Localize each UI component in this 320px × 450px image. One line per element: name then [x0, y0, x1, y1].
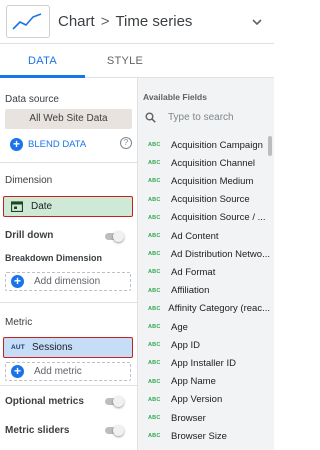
- chart-properties-panel: Chart > Time series DATA STYLE Data sour…: [0, 0, 274, 450]
- field-list-item[interactable]: ABC App ID: [148, 336, 270, 354]
- add-metric-label: Add metric: [34, 366, 82, 377]
- plus-icon: +: [10, 138, 23, 151]
- field-list-item[interactable]: ABC Browser Size: [148, 427, 270, 445]
- text-type-icon: ABC: [148, 378, 161, 385]
- tab-style[interactable]: STYLE: [85, 44, 165, 78]
- text-type-icon: ABC: [148, 233, 161, 239]
- breadcrumb-chart-type: Time series: [115, 13, 193, 30]
- dimension-heading: Dimension: [5, 175, 53, 186]
- text-type-icon: ABC: [148, 251, 161, 258]
- divider: [0, 385, 137, 386]
- field-search[interactable]: Type to search: [145, 112, 234, 123]
- text-type-icon: ABC: [148, 178, 161, 185]
- field-list-item[interactable]: ABC Acquisition Source: [148, 191, 270, 209]
- text-type-icon: ABC: [148, 160, 161, 167]
- field-list-item[interactable]: ABC App Installer ID: [148, 354, 270, 372]
- search-icon: [145, 112, 156, 123]
- field-list-item[interactable]: ABC Acquisition Source / ...: [148, 209, 270, 227]
- time-series-chart-icon[interactable]: [6, 5, 50, 38]
- text-type-icon: ABC: [148, 433, 161, 440]
- add-metric-button[interactable]: + Add metric: [5, 362, 131, 381]
- tab-bar: DATA STYLE: [0, 44, 274, 78]
- search-input[interactable]: Type to search: [168, 112, 234, 123]
- field-name: Browser: [171, 412, 206, 424]
- dimension-chip-date[interactable]: Date: [3, 196, 133, 217]
- field-list-item[interactable]: ABC App Name: [148, 373, 270, 391]
- field-list-item[interactable]: ABC Affiliation: [148, 282, 270, 300]
- text-type-icon: ABC: [148, 142, 161, 148]
- field-name: Acquisition Source / ...: [171, 212, 266, 224]
- field-list-item[interactable]: ABC App Version: [148, 391, 270, 409]
- data-config-column: Data source All Web Site Data + BLEND DA…: [0, 78, 138, 450]
- blend-data-button[interactable]: + BLEND DATA: [10, 138, 86, 151]
- dimension-chip-label: Date: [31, 201, 53, 212]
- plus-icon: +: [11, 365, 24, 378]
- available-fields-heading: Available Fields: [143, 92, 207, 102]
- field-name: Affinity Category (reac...: [168, 303, 270, 315]
- text-type-icon: ABC: [148, 415, 161, 421]
- breadcrumb: Chart > Time series: [58, 13, 192, 30]
- metric-chip-label: Sessions: [31, 342, 73, 353]
- field-name: Age: [171, 321, 188, 333]
- text-type-icon: ABC: [148, 342, 161, 349]
- field-list-item[interactable]: ABC Acquisition Channel: [148, 154, 270, 172]
- field-name: App Name: [171, 376, 216, 388]
- field-name: App Version: [171, 394, 223, 406]
- field-name: Ad Format: [171, 266, 216, 278]
- available-fields-panel: Available Fields Type to search ABC Acqui…: [138, 78, 274, 450]
- breadcrumb-chart: Chart: [58, 13, 95, 30]
- text-type-icon: ABC: [148, 396, 161, 403]
- optional-metrics-label: Optional metrics: [5, 396, 84, 407]
- drill-down-label: Drill down: [5, 230, 54, 241]
- field-list-item[interactable]: ABC Ad Distribution Netwo...: [148, 245, 270, 263]
- field-name: Ad Distribution Netwo...: [170, 248, 270, 260]
- breadcrumb-separator: >: [100, 13, 110, 30]
- panel-header: Chart > Time series: [0, 0, 274, 44]
- add-dimension-button[interactable]: + Add dimension: [5, 272, 131, 291]
- breakdown-dimension-heading: Breakdown Dimension: [5, 253, 103, 263]
- text-type-icon: ABC: [148, 360, 161, 367]
- data-source-heading: Data source: [5, 94, 59, 105]
- add-dimension-label: Add dimension: [34, 276, 101, 287]
- text-type-icon: ABC: [148, 269, 161, 276]
- field-list-item[interactable]: ABC Affinity Category (reac...: [148, 300, 270, 318]
- drill-down-toggle[interactable]: [102, 231, 124, 242]
- divider: [0, 302, 137, 303]
- metric-sliders-toggle[interactable]: [102, 425, 124, 436]
- field-list-item[interactable]: ABC Ad Format: [148, 263, 270, 281]
- field-list-item[interactable]: ABC Acquisition Campaign: [148, 136, 270, 154]
- text-type-icon: ABC: [148, 287, 161, 294]
- metric-chip-sessions[interactable]: AUT Sessions: [3, 337, 133, 358]
- field-name: Affiliation: [171, 285, 210, 297]
- field-list-item[interactable]: ABC Age: [148, 318, 270, 336]
- text-type-icon: ABC: [148, 305, 161, 312]
- divider: [0, 162, 137, 163]
- text-type-icon: ABC: [148, 324, 161, 330]
- optional-metrics-toggle[interactable]: [102, 396, 124, 407]
- blend-data-label: BLEND DATA: [28, 139, 87, 150]
- field-name: Ad Content: [171, 230, 219, 242]
- field-name: Acquisition Campaign: [171, 139, 263, 151]
- metric-heading: Metric: [5, 317, 33, 328]
- calendar-icon: [11, 201, 23, 212]
- field-name: Acquisition Medium: [171, 175, 254, 187]
- data-source-selector[interactable]: All Web Site Data: [5, 109, 132, 129]
- field-name: Acquisition Source: [171, 194, 250, 206]
- field-name: App ID: [171, 339, 201, 351]
- help-icon[interactable]: ?: [120, 137, 132, 149]
- field-list-item[interactable]: ABC Acquisition Medium: [148, 172, 270, 190]
- plus-icon: +: [11, 275, 24, 288]
- metric-type-badge: AUT: [11, 344, 25, 351]
- tab-data[interactable]: DATA: [0, 44, 85, 78]
- field-name: Acquisition Channel: [171, 157, 255, 169]
- text-type-icon: ABC: [148, 196, 161, 203]
- text-type-icon: ABC: [148, 214, 161, 221]
- field-list-item[interactable]: ABC Browser: [148, 409, 270, 427]
- chevron-down-icon[interactable]: [250, 15, 264, 29]
- field-name: App Installer ID: [171, 357, 236, 369]
- metric-sliders-label: Metric sliders: [5, 425, 70, 436]
- field-list-item[interactable]: ABC Ad Content: [148, 227, 270, 245]
- field-name: Browser Size: [171, 430, 227, 442]
